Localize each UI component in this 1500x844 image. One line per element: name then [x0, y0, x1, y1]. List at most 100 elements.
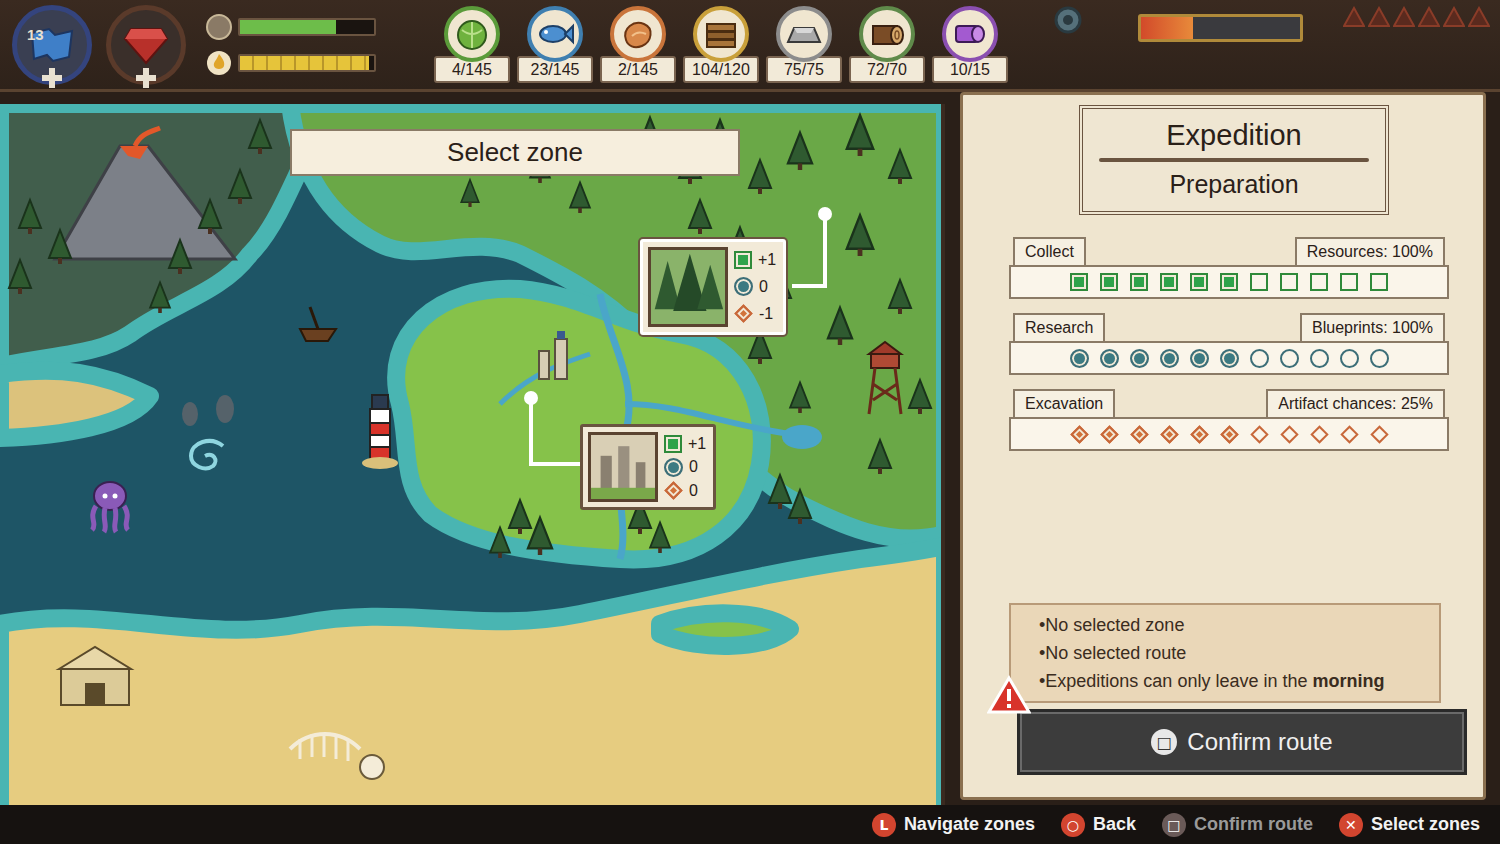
- meter-header: CollectResources: 100%: [1009, 237, 1449, 265]
- resource-ring: [610, 6, 666, 62]
- threat-mark-icon: [1343, 6, 1365, 28]
- day-medallion[interactable]: 13: [12, 5, 92, 85]
- expedition-panel: ExpeditionPreparationCollectResources: 1…: [960, 92, 1486, 800]
- tree-icon: [889, 280, 911, 314]
- day-counter: 13: [27, 26, 44, 43]
- cabbage-icon: [452, 14, 492, 54]
- pip-mark: [1190, 273, 1208, 291]
- square-button-icon: □: [1151, 729, 1177, 755]
- gem-medallion[interactable]: [106, 5, 186, 85]
- resource-slot: 10/15: [932, 6, 1008, 83]
- tree-icon: [689, 200, 711, 234]
- control-hint[interactable]: ✕Select zones: [1339, 813, 1480, 837]
- meter-label: Collect: [1013, 237, 1086, 265]
- meter-pip: [1220, 273, 1239, 292]
- meter-pip: [1100, 273, 1119, 292]
- threat-marks: [1343, 6, 1490, 28]
- watchtower-icon: [869, 342, 901, 414]
- warning-box: •No selected zone•No selected route•Expe…: [1009, 603, 1441, 703]
- meter-pip: [1070, 425, 1089, 444]
- controller-button-icon: ✕: [1339, 813, 1363, 837]
- map-terrain: [0, 104, 945, 805]
- fish-icon: [535, 14, 575, 54]
- zone-research-value: 0: [759, 278, 768, 296]
- zone-collect-value: +1: [688, 435, 706, 453]
- zone-card[interactable]: +1 0 0: [580, 424, 716, 510]
- meter-reading: Blueprints: 100%: [1300, 313, 1445, 341]
- meter-pips: [1009, 341, 1449, 375]
- warning-text: morning: [1312, 671, 1384, 691]
- collect-icon: [664, 435, 682, 453]
- shipwreck-icon: [300, 307, 336, 341]
- tree-icon: [749, 330, 771, 364]
- tree-icon: [869, 440, 891, 474]
- threat-mark-icon: [1418, 6, 1440, 28]
- zone-collect: +1: [664, 435, 708, 453]
- pip-mark: [1160, 425, 1178, 443]
- rock-icon: [182, 395, 234, 426]
- threat-mark-icon: [1468, 6, 1490, 28]
- energy-fill: [240, 56, 369, 70]
- zone-pin[interactable]: [818, 207, 832, 221]
- pip-mark: [1340, 425, 1358, 443]
- zone-thumbnail: [648, 247, 728, 327]
- tree-icon: [570, 182, 590, 213]
- meter-label: Research: [1013, 313, 1105, 341]
- resource-list: 4/14523/1452/145104/12075/7572/7010/15: [434, 6, 1008, 83]
- meter-pip: [1190, 273, 1209, 292]
- temperature-track: [1138, 14, 1303, 42]
- expedition-meter: Research Blueprints: 100%: [1009, 313, 1449, 375]
- controller-button-icon: L: [872, 813, 896, 837]
- confirm-route-button[interactable]: □Confirm route: [1017, 709, 1467, 775]
- hud-bar: 13 4/14523/1452/145104/12075/7572/7010/15: [0, 0, 1500, 92]
- dpad-icon: [136, 68, 156, 88]
- panel-title: Expedition: [1099, 119, 1369, 152]
- pip-mark: [1370, 425, 1388, 443]
- controls-hint-bar: LNavigate zones ○Back □ Confirm route ✕Selec…: [0, 805, 1500, 844]
- world-map[interactable]: Select zone+10-1+100: [0, 104, 945, 805]
- zone-card[interactable]: +1 0 -1: [640, 239, 786, 335]
- warning-text: •No selected route: [1039, 643, 1186, 663]
- ruins-icon: [591, 435, 655, 499]
- tree-icon: [789, 490, 811, 524]
- threat-mark-icon: [1393, 6, 1415, 28]
- gear-icon[interactable]: [1048, 0, 1088, 40]
- warning-icon: [987, 675, 1031, 715]
- pip-mark: [1340, 349, 1359, 368]
- tree-icon: [199, 200, 221, 234]
- whirlpool-icon: [191, 441, 223, 468]
- meter-pips: [1009, 265, 1449, 299]
- pip-mark: [1100, 273, 1118, 291]
- pip-mark: [1280, 349, 1299, 368]
- control-hint[interactable]: □ Confirm route: [1162, 813, 1313, 837]
- control-hint[interactable]: ○Back: [1061, 813, 1136, 837]
- zone-research: 0: [664, 458, 708, 477]
- pip-mark: [1190, 425, 1208, 443]
- resource-slot: 4/145: [434, 6, 510, 83]
- octopus-icon: [92, 482, 128, 532]
- controller-button-icon: □: [1162, 813, 1186, 837]
- pip-mark: [1250, 349, 1269, 368]
- zone-excavation: -1: [734, 305, 778, 323]
- control-hint-label: Confirm route: [1194, 814, 1313, 835]
- gem-icon: [123, 25, 169, 65]
- pip-mark: [1310, 425, 1328, 443]
- pip-mark: [1070, 349, 1089, 368]
- volcano-icon: [55, 128, 235, 259]
- meter-pip: [1100, 425, 1119, 444]
- controller-button-icon: ○: [1061, 813, 1085, 837]
- meter-pip: [1190, 349, 1209, 368]
- meter-pip: [1070, 349, 1089, 368]
- zone-collect: +1: [734, 251, 778, 269]
- zone-pin[interactable]: [524, 391, 538, 405]
- zone-excavation-value: 0: [689, 482, 698, 500]
- resource-slot: 23/145: [517, 6, 593, 83]
- meter-pips: [1009, 417, 1449, 451]
- meter-pip: [1370, 349, 1389, 368]
- resource-ring: [776, 6, 832, 62]
- pip-mark: [1070, 273, 1088, 291]
- pip-mark: [1250, 425, 1268, 443]
- control-hint[interactable]: LNavigate zones: [872, 813, 1035, 837]
- threat-mark-icon: [1368, 6, 1390, 28]
- warning-line: •No selected zone: [1039, 611, 1431, 639]
